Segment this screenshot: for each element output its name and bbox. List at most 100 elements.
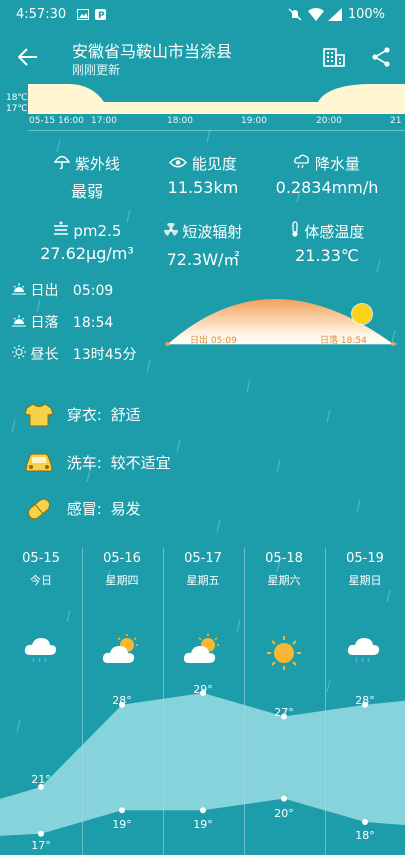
back-arrow-icon[interactable] <box>18 48 38 66</box>
forecast-weekday: 星期四 <box>105 574 139 587</box>
hour-tick: 05-15 16:00 <box>29 116 84 126</box>
shirt-icon <box>24 403 54 427</box>
metric-value: 21.33℃ <box>295 246 359 265</box>
metric-uv: 紫外线 最弱 <box>27 153 147 202</box>
forecast-weekday: 今日 <box>30 574 52 587</box>
update-status: 刚刚更新 <box>72 63 121 77</box>
sunset-label: 日落 <box>30 315 59 331</box>
rain-cloud-icon <box>294 154 309 169</box>
low-temp-label: 20° <box>274 807 294 820</box>
status-time: 4:57:30 <box>16 7 67 22</box>
sun-position-marker <box>352 304 372 324</box>
sunset-icon <box>12 315 26 327</box>
radiation-icon <box>163 222 178 236</box>
metric-value: 11.53km <box>167 178 239 197</box>
temp-label-low: 17℃ <box>6 104 28 114</box>
metric-value: 27.62μg/m³ <box>40 244 134 263</box>
thermometer-icon <box>291 221 298 237</box>
wifi-icon <box>308 8 324 21</box>
eye-icon <box>169 157 188 168</box>
metric-value: 0.2834mm/h <box>275 178 379 197</box>
life-value: 易发 <box>110 499 141 518</box>
sunrise-label: 日出 <box>30 283 59 299</box>
low-temp-point <box>200 807 206 814</box>
sunny-icon <box>267 636 301 670</box>
metric-precipitation: 降水量 0.2834mm/h <box>267 153 387 197</box>
low-temp-label: 19° <box>193 818 213 831</box>
arc-sunrise-label: 日出 05:09 <box>190 336 237 346</box>
life-value: 舒适 <box>110 405 141 424</box>
metric-value: 72.3W/㎡ <box>166 250 240 269</box>
high-temp-label: 28° <box>112 694 132 707</box>
life-cold: 感冒: 易发 <box>24 496 141 522</box>
image-icon <box>77 9 89 20</box>
metric-label: 降水量 <box>314 155 360 173</box>
svg-text:P: P <box>98 11 105 20</box>
high-temp-label: 21° <box>31 773 51 786</box>
low-temp-point <box>38 830 44 837</box>
life-value: 较不适宜 <box>110 453 171 472</box>
high-temp-label: 27° <box>274 706 294 719</box>
partly-cloudy-icon <box>102 634 138 663</box>
metric-label: 体感温度 <box>304 223 365 241</box>
car-icon <box>25 453 53 472</box>
forecast-date: 05-18 <box>265 551 303 566</box>
hour-tick: 19:00 <box>241 116 267 126</box>
low-temp-label: 17° <box>31 839 51 852</box>
mute-icon <box>288 8 302 21</box>
metric-feels-like: 体感温度 21.33℃ <box>267 221 387 265</box>
hour-tick: 21 <box>390 116 402 126</box>
high-temp-label: 28° <box>355 694 375 707</box>
forecast-day[interactable]: 05-19 星期日 <box>325 551 405 588</box>
rain-icon <box>24 638 57 663</box>
temperature-band <box>0 693 405 836</box>
life-label: 穿衣: <box>66 405 102 424</box>
high-temp-label: 29° <box>193 683 213 696</box>
forecast-weekday: 星期六 <box>267 574 301 587</box>
metric-label: 紫外线 <box>74 155 120 173</box>
metric-value: 最弱 <box>70 182 103 201</box>
forecast-day[interactable]: 05-17 星期五 <box>163 551 243 588</box>
low-temp-point <box>119 807 125 814</box>
battery-level: 100% <box>347 7 385 22</box>
life-carwash: 洗车: 较不适宜 <box>24 450 171 476</box>
share-icon[interactable] <box>371 47 391 67</box>
low-temp-point <box>281 795 287 802</box>
metric-pm25: pm2.5 27.62μg/m³ <box>27 221 147 263</box>
umbrella-icon <box>53 155 71 170</box>
daylength-value: 13时45分 <box>72 347 137 363</box>
forecast-date: 05-17 <box>184 551 222 566</box>
signal-icon <box>328 8 342 21</box>
low-temp-label: 18° <box>355 829 375 842</box>
arc-sunset-label: 日落 18:54 <box>320 336 367 346</box>
forecast-date: 05-19 <box>346 551 384 566</box>
metric-visibility: 能见度 11.53km <box>143 153 263 197</box>
metric-label: pm2.5 <box>73 222 122 240</box>
forecast-day[interactable]: 05-16 星期四 <box>82 551 162 588</box>
hourly-temp-strip <box>28 84 405 114</box>
sunset-row: 日落 18:54 <box>12 312 113 332</box>
forecast-date: 05-15 <box>22 551 60 566</box>
forecast-day[interactable]: 05-15 今日 <box>1 551 81 588</box>
hour-tick: 20:00 <box>316 116 342 126</box>
divider <box>28 130 405 131</box>
hour-tick: 17:00 <box>91 116 117 126</box>
sun-icon <box>12 345 26 359</box>
partly-cloudy-icon <box>183 634 219 663</box>
sunrise-row: 日出 05:09 <box>12 280 113 300</box>
parking-icon: P <box>95 9 106 20</box>
sunset-time: 18:54 <box>72 315 114 331</box>
temp-label-high: 18℃ <box>6 93 28 103</box>
location-title: 安徽省马鞍山市当涂县 <box>72 42 233 61</box>
metric-label: 短波辐射 <box>182 223 243 241</box>
daylength-row: 昼长 13时45分 <box>12 344 137 364</box>
sunrise-icon <box>12 283 26 295</box>
forecast-day[interactable]: 05-18 星期六 <box>244 551 324 588</box>
metric-label: 能见度 <box>191 155 237 173</box>
sunrise-time: 05:09 <box>72 283 114 299</box>
city-select-icon[interactable] <box>323 47 345 67</box>
life-label: 感冒: <box>66 499 102 518</box>
haze-icon <box>53 221 68 235</box>
life-dressing: 穿衣: 舒适 <box>24 402 141 428</box>
daylength-label: 昼长 <box>30 347 59 363</box>
